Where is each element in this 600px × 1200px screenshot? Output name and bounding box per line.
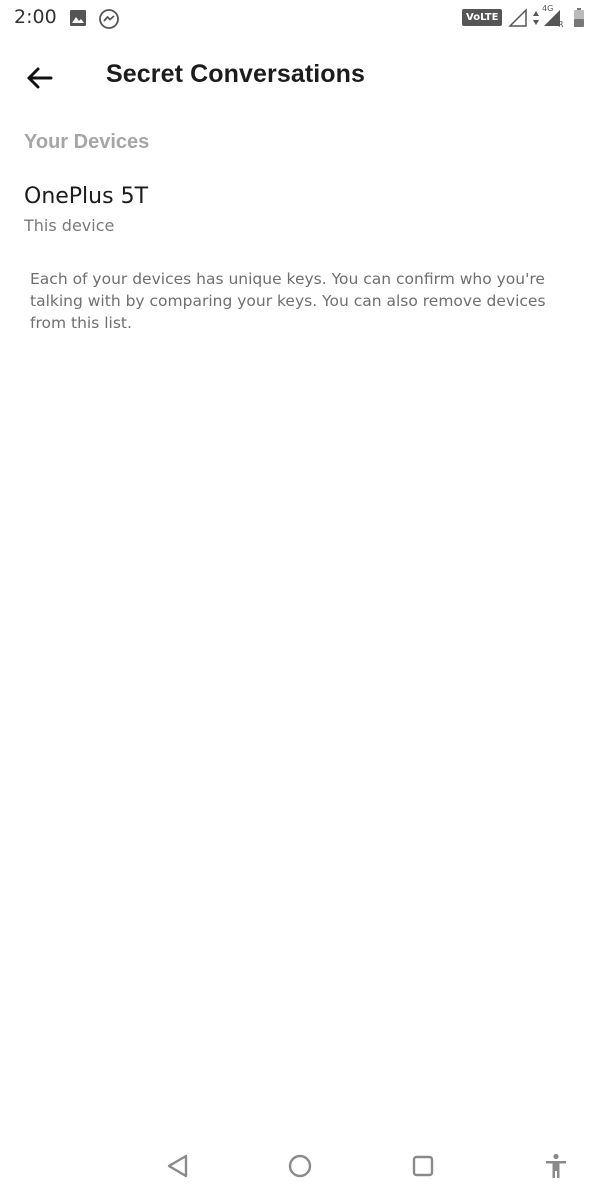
device-subtitle: This device: [24, 216, 115, 235]
device-name: OnePlus 5T: [24, 184, 149, 209]
image-icon: [68, 8, 88, 33]
nav-back-icon: [167, 1154, 188, 1178]
back-arrow-icon: [27, 67, 53, 89]
screen: 2:00 VoLTE 4G R Secret Conversations You…: [0, 0, 600, 1200]
navigation-bar: [0, 1130, 600, 1200]
nav-back-button[interactable]: [162, 1150, 194, 1182]
nav-home-button[interactable]: [284, 1150, 316, 1182]
accessibility-icon: [546, 1153, 566, 1178]
section-header-your-devices: Your Devices: [24, 131, 150, 153]
nav-recents-icon: [412, 1155, 434, 1177]
nav-home-icon: [288, 1154, 312, 1178]
keys-description: Each of your devices has unique keys. Yo…: [30, 270, 546, 332]
messenger-icon: [98, 8, 120, 35]
page-title: Secret Conversations: [106, 60, 366, 88]
roaming-label: R: [558, 20, 564, 29]
accessibility-button[interactable]: [540, 1150, 572, 1182]
nav-recents-button[interactable]: [407, 1150, 439, 1182]
battery-icon: [573, 8, 585, 33]
app-bar: Secret Conversations: [0, 40, 600, 114]
data-arrows-icon: [532, 10, 540, 31]
volte-icon: VoLTE: [462, 9, 503, 26]
signal-empty-icon: [508, 8, 528, 33]
device-list-item[interactable]: OnePlus 5T This device: [0, 178, 600, 244]
status-time: 2:00: [14, 6, 57, 28]
back-button[interactable]: [20, 58, 60, 98]
status-bar: 2:00 VoLTE 4G R: [0, 0, 600, 36]
